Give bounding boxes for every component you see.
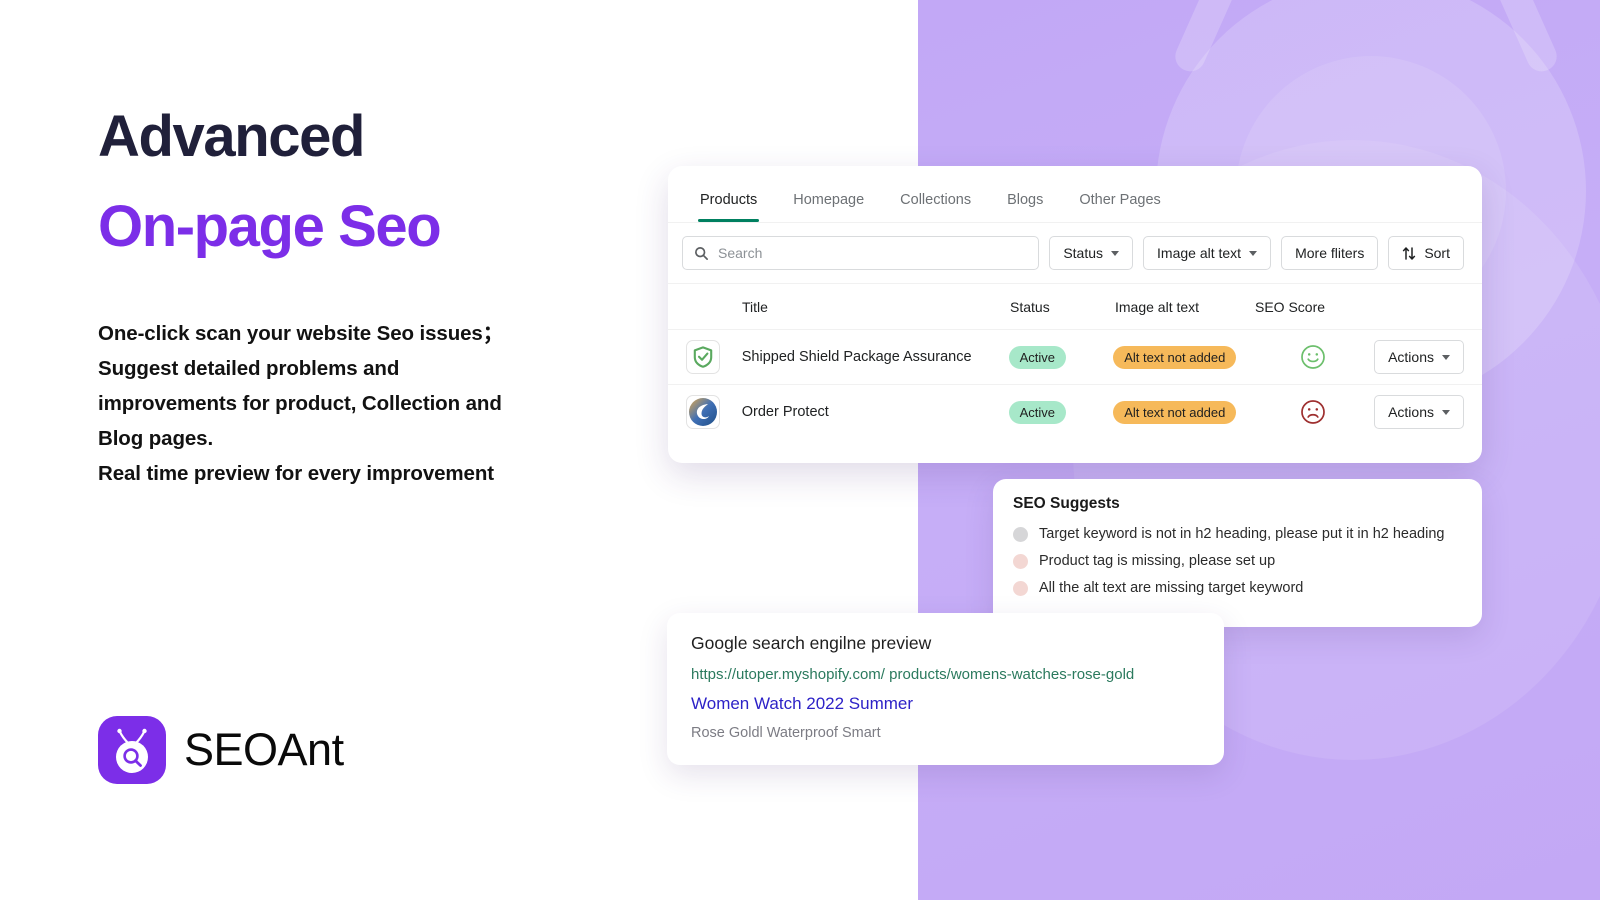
seo-suggest-text: Target keyword is not in h2 heading, ple… bbox=[1039, 526, 1445, 542]
blue-gold-swirl-icon bbox=[686, 395, 720, 429]
filter-bar: Search Status Image alt text More fliter… bbox=[668, 223, 1482, 283]
status-cell: Active bbox=[1008, 400, 1114, 424]
seo-suggest-item: Target keyword is not in h2 heading, ple… bbox=[1013, 526, 1462, 542]
status-dot-icon bbox=[1013, 580, 1028, 596]
chevron-down-icon bbox=[1111, 250, 1120, 256]
tab-blogs[interactable]: Blogs bbox=[993, 192, 1057, 222]
status-badge: Active bbox=[1008, 400, 1067, 424]
sort-arrows-icon bbox=[1403, 246, 1416, 260]
page-title-line2: On-page Seo bbox=[98, 194, 442, 259]
tab-products[interactable]: Products bbox=[686, 192, 771, 222]
chevron-down-icon bbox=[1442, 409, 1450, 415]
actions-button[interactable]: Actions bbox=[1374, 340, 1464, 374]
status-dot-icon bbox=[1013, 526, 1028, 542]
green-shield-check-icon bbox=[686, 340, 720, 374]
actions-label: Actions bbox=[1388, 349, 1434, 365]
sort-button[interactable]: Sort bbox=[1388, 236, 1464, 270]
status-dot-icon bbox=[1013, 553, 1028, 569]
page-root: Advanced On-page Seo One-click scan your… bbox=[0, 0, 1600, 900]
tab-collections[interactable]: Collections bbox=[886, 192, 985, 222]
status-filter-button[interactable]: Status bbox=[1049, 236, 1134, 270]
hero-description-line: Blog pages. bbox=[98, 427, 214, 450]
seo-suggest-text: All the alt text are missing target keyw… bbox=[1039, 580, 1304, 596]
hero-description-line: Suggest detailed problems and bbox=[98, 357, 400, 380]
chevron-down-icon bbox=[1249, 250, 1258, 256]
hero-description-line: One-click scan your website Seo issues； bbox=[98, 322, 504, 345]
google-preview-title[interactable]: Women Watch 2022 Summer bbox=[691, 694, 1200, 714]
google-preview-description: Rose Goldl Waterproof Smart bbox=[691, 725, 881, 741]
seo-suggests-title: SEO Suggests bbox=[1013, 495, 1120, 512]
search-input[interactable]: Search bbox=[682, 236, 1040, 270]
product-thumbnail bbox=[686, 395, 742, 429]
product-title: Order Protect bbox=[741, 404, 829, 420]
product-thumbnail bbox=[686, 340, 742, 374]
seo-score-cell bbox=[1253, 399, 1374, 425]
hero-description-line: improvements for product, Collection and bbox=[98, 392, 502, 415]
tab-bar: Products Homepage Collections Blogs Othe… bbox=[668, 166, 1482, 222]
products-app-card: Products Homepage Collections Blogs Othe… bbox=[668, 166, 1482, 463]
brand-logo-text: SEOAnt bbox=[184, 724, 344, 775]
column-seo-score: SEO Score bbox=[1255, 298, 1326, 315]
status-cell: Active bbox=[1008, 345, 1114, 369]
actions-label: Actions bbox=[1388, 404, 1434, 420]
column-status: Status bbox=[1010, 298, 1050, 315]
column-image-alt-text: Image alt text bbox=[1115, 298, 1200, 315]
alt-text-cell: Alt text not added bbox=[1113, 345, 1252, 369]
smiley-sad-icon bbox=[1301, 400, 1326, 424]
table-row[interactable]: Order Protect Active Alt text not added … bbox=[668, 384, 1482, 439]
smiley-happy-icon bbox=[1301, 345, 1326, 369]
image-alt-text-filter-button[interactable]: Image alt text bbox=[1143, 236, 1272, 270]
status-filter-label: Status bbox=[1063, 245, 1104, 261]
chevron-down-icon bbox=[1442, 354, 1450, 360]
google-preview-card: Google search engilne preview https://ut… bbox=[667, 613, 1224, 765]
alt-text-cell: Alt text not added bbox=[1113, 400, 1252, 424]
image-alt-text-filter-label: Image alt text bbox=[1157, 245, 1242, 261]
search-icon bbox=[695, 246, 708, 260]
table-row[interactable]: Shipped Shield Package Assurance Active … bbox=[668, 329, 1482, 384]
hero-description: One-click scan your website Seo issues； … bbox=[98, 316, 618, 491]
alt-text-badge: Alt text not added bbox=[1113, 345, 1237, 369]
alt-text-badge: Alt text not added bbox=[1113, 400, 1237, 424]
google-preview-heading: Google search engilne preview bbox=[691, 633, 932, 653]
actions-cell: Actions bbox=[1374, 395, 1464, 429]
seo-suggest-item: All the alt text are missing target keyw… bbox=[1013, 580, 1462, 596]
table-header-row: Title Status Image alt text SEO Score bbox=[668, 283, 1482, 329]
more-filters-label: More fliters bbox=[1295, 245, 1365, 261]
search-placeholder: Search bbox=[718, 245, 763, 261]
brand-logo: SEOAnt bbox=[98, 716, 344, 784]
hero-description-line: Real time preview for every improvement bbox=[98, 462, 495, 485]
seo-suggests-card: SEO Suggests Target keyword is not in h2… bbox=[993, 479, 1482, 627]
google-preview-url[interactable]: https://utoper.myshopify.com/ products/w… bbox=[691, 666, 1200, 683]
sort-label: Sort bbox=[1424, 245, 1450, 261]
tab-other-pages[interactable]: Other Pages bbox=[1065, 192, 1174, 222]
status-badge: Active bbox=[1008, 345, 1067, 369]
seo-score-cell bbox=[1253, 344, 1374, 370]
actions-cell: Actions bbox=[1374, 340, 1464, 374]
page-title-line1: Advanced bbox=[98, 104, 365, 169]
tab-homepage[interactable]: Homepage bbox=[779, 192, 878, 222]
column-title: Title bbox=[742, 298, 768, 315]
product-title: Shipped Shield Package Assurance bbox=[741, 349, 972, 365]
more-filters-button[interactable]: More fliters bbox=[1281, 236, 1379, 270]
seoant-ant-magnifier-icon bbox=[98, 716, 166, 784]
seo-suggest-text: Product tag is missing, please set up bbox=[1039, 553, 1276, 569]
actions-button[interactable]: Actions bbox=[1374, 395, 1464, 429]
seo-suggest-item: Product tag is missing, please set up bbox=[1013, 553, 1462, 569]
